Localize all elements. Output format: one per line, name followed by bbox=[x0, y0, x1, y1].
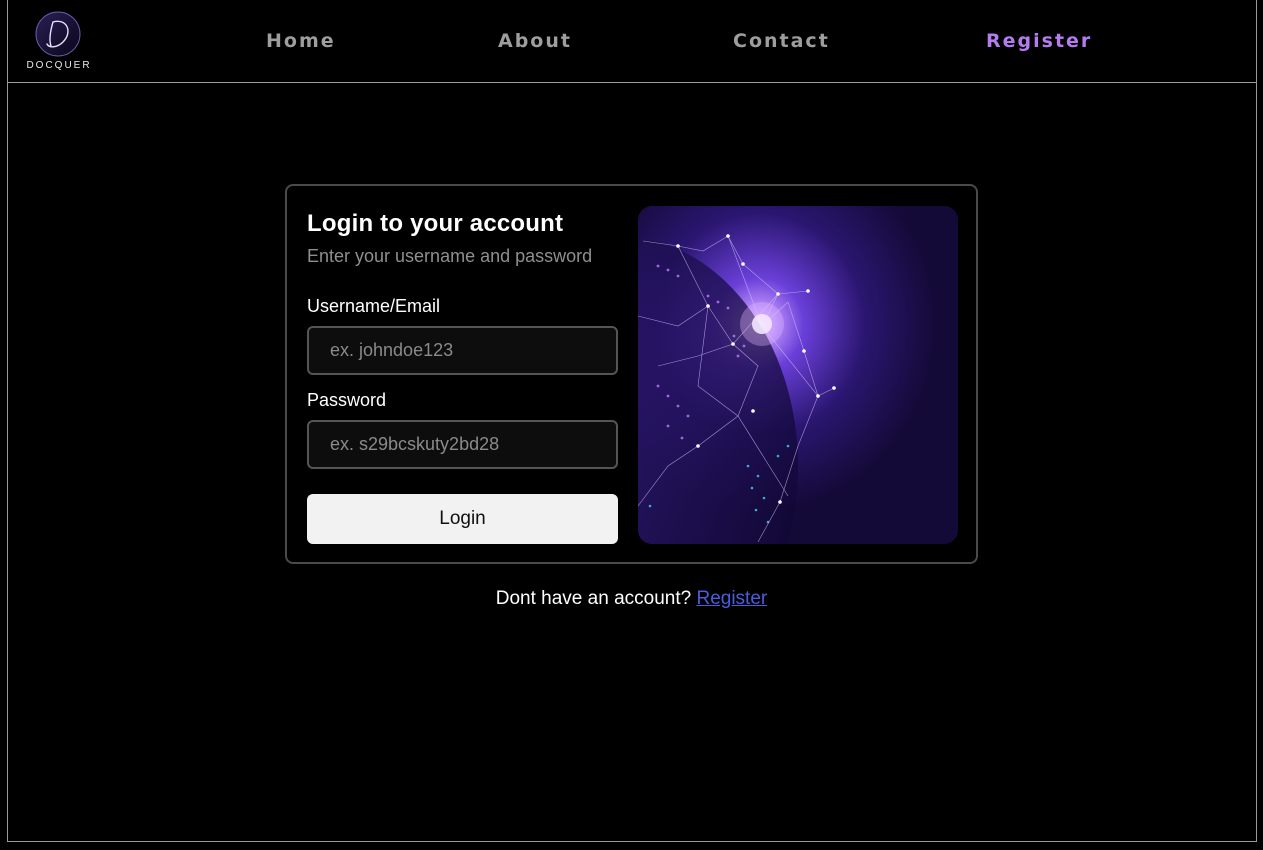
register-link[interactable]: Register bbox=[696, 588, 767, 609]
brand-name: DOCQUER bbox=[26, 60, 92, 71]
register-prompt-text: Dont have an account? bbox=[495, 588, 692, 609]
register-prompt: Dont have an account? Register bbox=[0, 588, 1263, 610]
username-input[interactable] bbox=[307, 326, 618, 375]
password-input[interactable] bbox=[307, 420, 618, 469]
nav-about[interactable]: About bbox=[498, 30, 572, 52]
login-button[interactable]: Login bbox=[307, 494, 618, 544]
nav-register[interactable]: Register bbox=[986, 30, 1092, 52]
username-label: Username/Email bbox=[307, 296, 441, 316]
globe-network-illustration bbox=[638, 206, 958, 544]
script-d-logo-icon bbox=[35, 11, 81, 57]
password-label: Password bbox=[307, 390, 387, 410]
login-title: Login to your account bbox=[307, 210, 564, 237]
login-subtitle: Enter your username and password bbox=[307, 246, 593, 266]
nav-contact[interactable]: Contact bbox=[733, 30, 830, 52]
login-card: Login to your account Enter your usernam… bbox=[285, 184, 978, 564]
brand-logo[interactable]: DOCQUER bbox=[24, 10, 94, 74]
nav-home[interactable]: Home bbox=[266, 30, 336, 52]
